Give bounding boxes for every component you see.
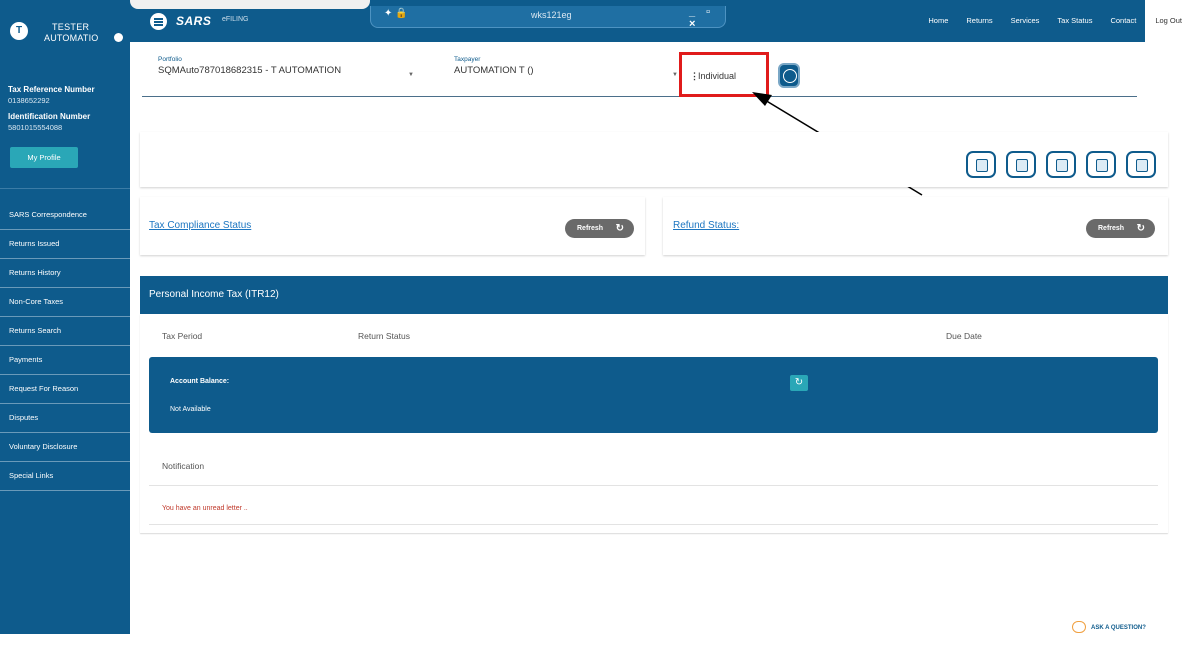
sidebar-item-payments[interactable]: Payments [0, 346, 130, 375]
user-last-name: AUTOMATIO [44, 33, 99, 43]
account-balance-label: Account Balance: [170, 378, 230, 385]
sidebar-item-non-core-taxes[interactable]: Non-Core Taxes [0, 288, 130, 317]
refresh-icon: ↻ [1136, 223, 1145, 234]
col-tax-period: Tax Period [162, 331, 203, 341]
taxpayer-select[interactable]: AUTOMATION T () [454, 65, 534, 76]
top-bar: SARS eFILING ✦ 🔒 wks121eg _ ▫ × Home Ret… [130, 0, 1192, 42]
user-header: T TESTER AUTOMATIO [0, 0, 130, 52]
id-number-value: 5801015554088 [8, 123, 63, 132]
sidebar-divider [0, 188, 130, 189]
notification-title: Notification [162, 461, 205, 471]
refund-status-link[interactable]: Refund Status: [673, 220, 739, 231]
sidebar-item-sars-correspondence[interactable]: SARS Correspondence [0, 201, 130, 230]
top-nav: Home Returns Services Tax Status Contact… [919, 0, 1192, 42]
divider [149, 524, 1158, 525]
nav-logout[interactable]: Log Out [1145, 0, 1192, 42]
remote-session-title: wks121eg [531, 10, 572, 20]
sidebar-item-disputes[interactable]: Disputes [0, 404, 130, 433]
tool-calculator-icon[interactable] [1126, 151, 1156, 178]
portfolio-label: Portfolio [158, 56, 182, 63]
taxpayer-dropdown-icon[interactable]: ▼ [672, 72, 678, 78]
ask-a-question-link[interactable]: ASK A QUESTION? [1091, 625, 1146, 631]
taxpayer-label: Taxpayer [454, 56, 481, 63]
pit-title: Personal Income Tax (ITR12) [149, 289, 279, 300]
sidebar-item-returns-search[interactable]: Returns Search [0, 317, 130, 346]
hamburger-menu-icon[interactable] [150, 13, 167, 30]
avatar[interactable]: T [10, 22, 28, 40]
tool-document-icon[interactable] [966, 151, 996, 178]
app-strip [130, 0, 370, 9]
sidebar: T TESTER AUTOMATIO Tax Reference Number … [0, 0, 130, 634]
col-return-status: Return Status [358, 331, 410, 341]
sidebar-item-request-for-reason[interactable]: Request For Reason [0, 375, 130, 404]
tool-bag-icon[interactable] [1046, 151, 1076, 178]
balance-refresh-icon[interactable]: ↻ [790, 375, 808, 391]
efiling-logo: eFILING [222, 16, 249, 23]
pin-lock-icon[interactable]: ✦ 🔒 [384, 8, 408, 19]
refresh-label: Refresh [577, 225, 604, 232]
sidebar-item-returns-history[interactable]: Returns History [0, 259, 130, 288]
nav-contact[interactable]: Contact [1101, 0, 1145, 42]
portfolio-dropdown-icon[interactable]: ▼ [408, 72, 414, 78]
col-due-date: Due Date [946, 331, 982, 341]
window-controls-icon[interactable]: _ ▫ × [689, 6, 725, 30]
sidebar-item-voluntary-disclosure[interactable]: Voluntary Disclosure [0, 433, 130, 462]
status-toggle[interactable] [114, 33, 123, 42]
account-balance-box: Account Balance: Not Available ↻ [149, 357, 1158, 433]
tool-calendar-icon[interactable] [1006, 151, 1036, 178]
highlight-box [679, 52, 769, 97]
tax-compliance-status-link[interactable]: Tax Compliance Status [149, 220, 251, 231]
id-number-label: Identification Number [8, 112, 91, 121]
nav-home[interactable]: Home [919, 0, 957, 42]
sidebar-nav: SARS Correspondence Returns Issued Retur… [0, 201, 130, 491]
tool-notes-icon[interactable] [1086, 151, 1116, 178]
refund-refresh-button[interactable]: Refresh ↻ [1086, 219, 1155, 238]
refresh-label: Refresh [1098, 225, 1125, 232]
nav-tax-status[interactable]: Tax Status [1048, 0, 1101, 42]
my-profile-button[interactable]: My Profile [10, 147, 78, 168]
pit-header: Personal Income Tax (ITR12) [140, 276, 1168, 314]
notification-message[interactable]: You have an unread letter .. [162, 505, 248, 512]
divider [149, 485, 1158, 486]
efiling-badge-icon[interactable] [778, 63, 800, 88]
tax-ref-label: Tax Reference Number [8, 85, 95, 94]
sars-logo: SARS [176, 14, 212, 28]
sidebar-item-special-links[interactable]: Special Links [0, 462, 130, 491]
nav-services[interactable]: Services [1002, 0, 1049, 42]
remote-session-bar: ✦ 🔒 wks121eg _ ▫ × [370, 6, 726, 30]
selector-underline [142, 96, 1137, 97]
refresh-icon: ↻ [615, 223, 624, 234]
chat-bubble-icon[interactable] [1072, 621, 1086, 633]
tax-ref-value: 0138652292 [8, 96, 50, 105]
compliance-refresh-button[interactable]: Refresh ↻ [565, 219, 634, 238]
sidebar-item-returns-issued[interactable]: Returns Issued [0, 230, 130, 259]
portfolio-select[interactable]: SQMAuto787018682315 - T AUTOMATION [158, 65, 341, 76]
user-first-name: TESTER [52, 22, 90, 32]
nav-returns[interactable]: Returns [957, 0, 1001, 42]
account-balance-value: Not Available [170, 406, 211, 413]
